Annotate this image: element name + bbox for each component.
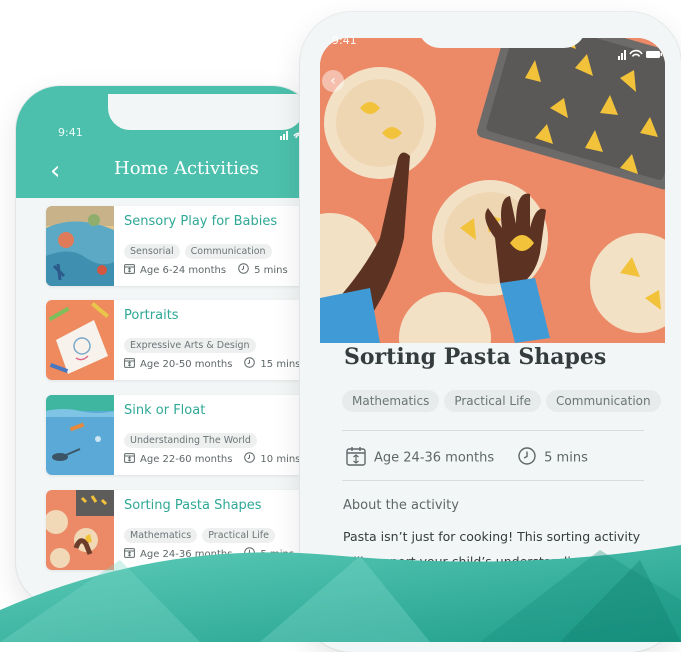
decorative-wave bbox=[0, 545, 681, 642]
